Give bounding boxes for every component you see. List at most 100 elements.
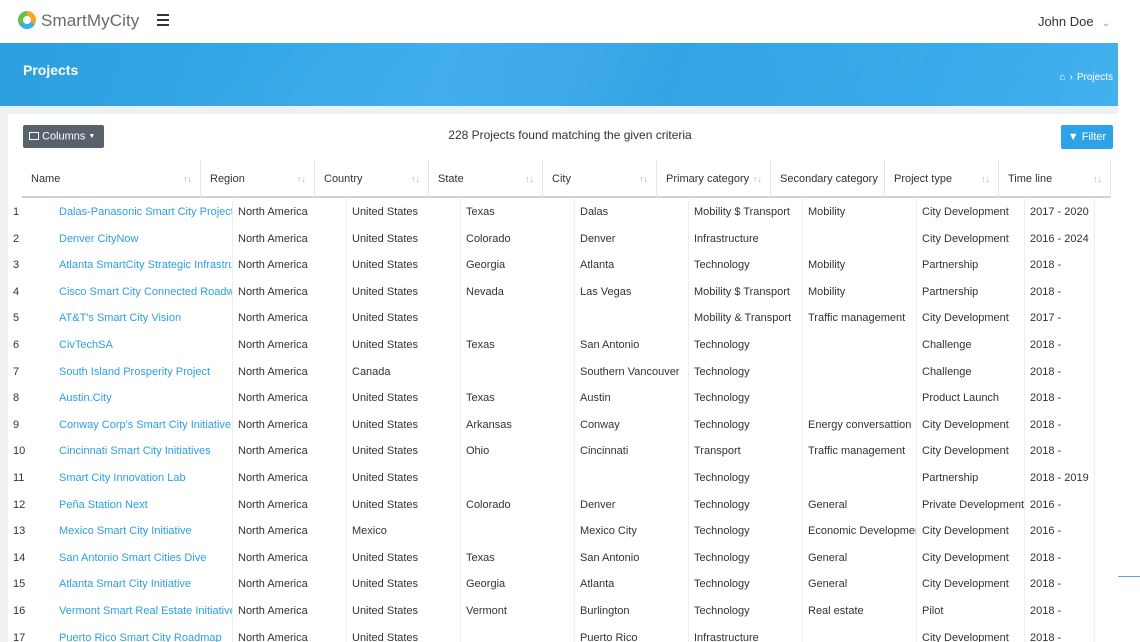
user-menu[interactable]: John Doe ⌄ xyxy=(1038,14,1110,29)
project-name-link[interactable]: Atlanta Smart City Initiative xyxy=(54,571,233,598)
project-name-link[interactable]: Cincinnati Smart City Initiatives xyxy=(54,438,233,465)
project-name-link[interactable]: Cisco Smart City Connected Roadways xyxy=(54,278,233,306)
primary-category-cell: Technology xyxy=(689,252,803,279)
column-header-name[interactable]: Name ↑↓ xyxy=(22,160,201,198)
hamburger-menu-icon[interactable] xyxy=(157,14,169,26)
region-cell: North America xyxy=(233,571,347,598)
country-cell: United States xyxy=(347,544,461,572)
time-line-cell: 2018 - xyxy=(1025,544,1095,572)
secondary-category-cell: General xyxy=(803,544,917,572)
state-cell xyxy=(461,518,575,545)
table-row[interactable]: 6 CivTechSA North America United States Texa… xyxy=(8,332,1095,359)
table-row[interactable]: 12 Peña Station Next North America United S… xyxy=(8,491,1095,519)
secondary-category-cell xyxy=(803,225,917,253)
project-name-link[interactable]: Atlanta SmartCity Strategic Infrastructu… xyxy=(54,252,233,279)
time-line-cell: 2016 - xyxy=(1025,491,1095,519)
table-row[interactable]: 4 Cisco Smart City Connected Roadways Nort… xyxy=(8,278,1095,306)
state-cell: Georgia xyxy=(461,571,575,598)
home-icon[interactable]: ⌂ xyxy=(1059,72,1065,83)
project-name-link[interactable]: Conway Corp's Smart City Initiative xyxy=(54,411,233,439)
column-header-secondary-category[interactable]: Secondary category ↑↓ xyxy=(771,160,885,198)
project-type-cell: City Development xyxy=(917,199,1025,226)
country-cell: United States xyxy=(347,624,461,642)
project-type-cell: Partnership xyxy=(917,252,1025,279)
table-row[interactable]: 7 South Island Prosperity Project North Am… xyxy=(8,358,1095,386)
table-row[interactable]: 9 Conway Corp's Smart City Initiative Nort… xyxy=(8,411,1095,439)
page-title: Projects xyxy=(23,62,79,78)
state-cell: Nevada xyxy=(461,278,575,306)
table-row[interactable]: 8 Austin.City North America United States Te… xyxy=(8,385,1095,412)
region-cell: North America xyxy=(233,465,347,492)
secondary-category-cell: Mobility xyxy=(803,252,917,279)
table-row[interactable]: 15 Atlanta Smart City Initiative North Ame… xyxy=(8,571,1095,598)
project-name-link[interactable]: South Island Prosperity Project xyxy=(54,358,233,386)
top-navbar: SmartMyCity John Doe ⌄ xyxy=(0,0,1118,43)
brand-name[interactable]: SmartMyCity xyxy=(41,11,139,31)
secondary-category-cell xyxy=(803,624,917,642)
table-row[interactable]: 14 San Antonio Smart Cities Dive North Ame… xyxy=(8,544,1095,572)
country-cell: United States xyxy=(347,278,461,306)
city-cell: San Antonio xyxy=(575,544,689,572)
project-name-link[interactable]: AT&T's Smart City Vision xyxy=(54,305,233,332)
column-header-time-line[interactable]: Time line ↑↓ xyxy=(999,160,1111,198)
column-header-city[interactable]: City ↑↓ xyxy=(543,160,657,198)
user-name: John Doe xyxy=(1037,14,1094,29)
row-number: 16 xyxy=(13,605,26,617)
column-header-primary-category[interactable]: Primary category ↑↓ xyxy=(657,160,771,198)
column-header-state[interactable]: State ↑↓ xyxy=(429,160,543,198)
secondary-category-cell: General xyxy=(803,571,917,598)
project-name-link[interactable]: CivTechSA xyxy=(54,332,233,359)
table-row[interactable]: 10 Cincinnati Smart City Initiatives North… xyxy=(8,438,1095,465)
table-row[interactable]: 3 Atlanta SmartCity Strategic Infrastruct… xyxy=(8,252,1095,279)
time-line-cell: 2017 - xyxy=(1025,305,1095,332)
secondary-category-cell xyxy=(803,385,917,412)
primary-category-cell: Mobility & Transport xyxy=(689,305,803,332)
page-header-banner: Projects ⌂ › Projects xyxy=(0,43,1118,106)
project-name-link[interactable]: Smart City Innovation Lab xyxy=(54,465,233,492)
column-header-project-type[interactable]: Project type ↑↓ xyxy=(885,160,999,198)
city-cell: Conway xyxy=(575,411,689,439)
project-name-link[interactable]: Mexico Smart City Initiative xyxy=(54,518,233,545)
state-cell: Georgia xyxy=(461,252,575,279)
region-cell: North America xyxy=(233,252,347,279)
chevron-down-icon: ⌄ xyxy=(1101,18,1110,29)
secondary-category-cell xyxy=(803,465,917,492)
table-row[interactable]: 16 Vermont Smart Real Estate Initiative No… xyxy=(8,598,1095,625)
sort-icon: ↑↓ xyxy=(525,174,534,184)
project-name-link[interactable]: Vermont Smart Real Estate Initiative xyxy=(54,598,233,625)
table-row[interactable]: 5 AT&T's Smart City Vision North America Un… xyxy=(8,305,1095,332)
project-name-link[interactable]: Austin.City xyxy=(54,385,233,412)
filter-button[interactable]: ▼ Filter xyxy=(1061,125,1113,149)
filter-button-label: Filter xyxy=(1081,131,1107,143)
sort-icon: ↑↓ xyxy=(1093,174,1102,184)
row-number: 2 xyxy=(13,232,20,245)
project-name-link[interactable]: Dalas-Panasonic Smart City Project xyxy=(54,199,233,226)
project-name-link[interactable]: Peña Station Next xyxy=(54,491,233,519)
table-row[interactable]: 2 Denver CityNow North America United State… xyxy=(8,225,1095,253)
region-cell: North America xyxy=(233,438,347,465)
primary-category-cell: Transport xyxy=(689,438,803,465)
country-cell: United States xyxy=(347,385,461,412)
smartmycity-logo-icon[interactable] xyxy=(18,11,36,29)
table-row[interactable]: 17 Puerto Rico Smart City Roadmap North Am… xyxy=(8,624,1095,642)
column-header-region[interactable]: Region ↑↓ xyxy=(201,160,315,198)
region-cell: North America xyxy=(233,518,347,545)
table-row[interactable]: 13 Mexico Smart City Initiative North Amer… xyxy=(8,518,1095,545)
table-row[interactable]: 11 Smart City Innovation Lab North America… xyxy=(8,465,1095,492)
region-cell: North America xyxy=(233,598,347,625)
project-name-link[interactable]: San Antonio Smart Cities Dive xyxy=(54,544,233,572)
column-header-country[interactable]: Country ↑↓ xyxy=(315,160,429,198)
primary-category-cell: Technology xyxy=(689,411,803,439)
secondary-category-cell xyxy=(803,332,917,359)
breadcrumb-current: Projects xyxy=(1076,72,1113,83)
city-cell: Denver xyxy=(575,225,689,253)
primary-category-cell: Technology xyxy=(689,332,803,359)
project-name-link[interactable]: Puerto Rico Smart City Roadmap xyxy=(54,624,233,642)
row-number: 12 xyxy=(13,498,26,511)
table-row[interactable]: 1 Dalas-Panasonic Smart City Project North… xyxy=(8,199,1095,226)
city-cell: San Antonio xyxy=(575,332,689,359)
project-name-link[interactable]: Denver CityNow xyxy=(54,225,233,253)
country-cell: United States xyxy=(347,305,461,332)
sort-icon: ↑↓ xyxy=(981,174,990,184)
scroll-indicator[interactable] xyxy=(1118,576,1140,577)
